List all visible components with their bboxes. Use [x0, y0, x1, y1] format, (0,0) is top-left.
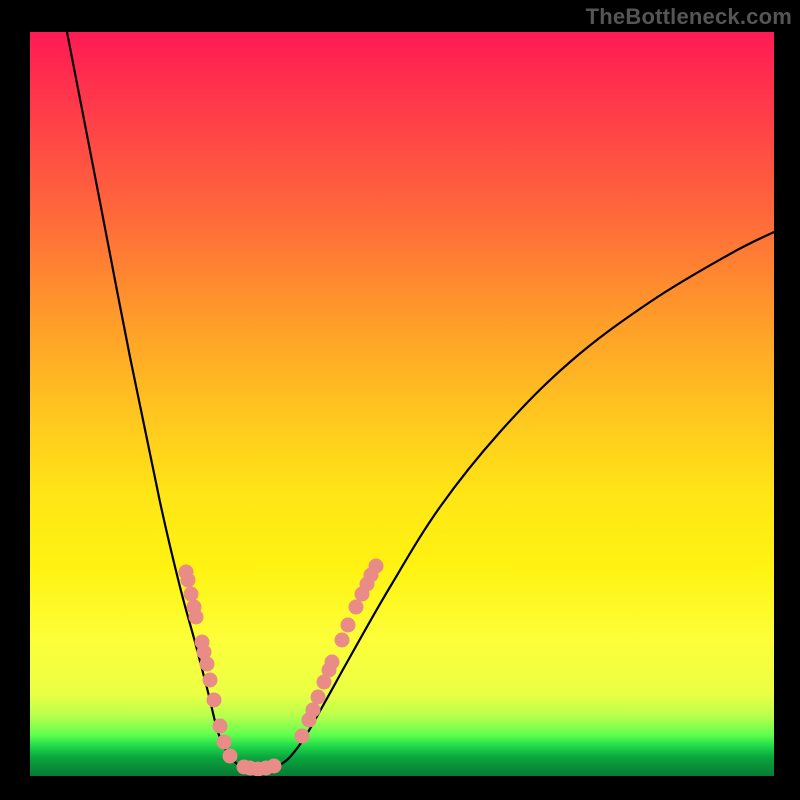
data-dot: [223, 749, 238, 764]
data-dot: [213, 719, 228, 734]
data-dots: [179, 559, 384, 777]
curve-layer: [30, 32, 774, 776]
data-dot: [207, 693, 222, 708]
data-dot: [189, 610, 204, 625]
data-dot: [181, 573, 196, 588]
data-dot: [200, 657, 215, 672]
data-dot: [184, 587, 199, 602]
data-dot: [369, 559, 384, 574]
data-dot: [306, 703, 321, 718]
data-dot: [341, 618, 356, 633]
data-dot: [349, 600, 364, 615]
chart-frame: TheBottleneck.com: [0, 0, 800, 800]
data-dot: [217, 735, 232, 750]
data-dot: [295, 729, 310, 744]
data-dot: [335, 633, 350, 648]
curve-right-branch: [280, 232, 774, 765]
curve-left-branch: [67, 32, 238, 765]
data-dot: [203, 673, 218, 688]
plot-area: [30, 32, 774, 776]
data-dot: [311, 690, 326, 705]
data-dot: [267, 759, 282, 774]
data-dot: [325, 655, 340, 670]
watermark-text: TheBottleneck.com: [586, 4, 792, 30]
